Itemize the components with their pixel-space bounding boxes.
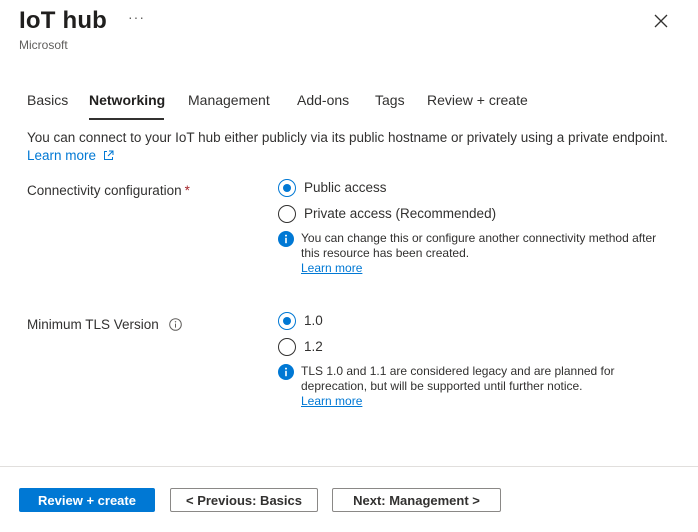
radio-button-checked[interactable] [278, 312, 296, 330]
page-subtitle: Microsoft [19, 38, 68, 52]
info-tooltip-icon[interactable] [168, 318, 182, 331]
learn-more-link[interactable]: Learn more [301, 394, 362, 408]
active-tab-indicator [89, 118, 164, 120]
page-title: IoT hub [19, 7, 108, 34]
tab-review-create[interactable]: Review + create [427, 92, 528, 108]
info-text: You can change this or configure another… [301, 231, 691, 261]
tab-management[interactable]: Management [188, 92, 270, 108]
info-text-line: deprecation, but will be supported until… [301, 379, 583, 393]
tls-label-text: Minimum TLS Version [27, 317, 159, 332]
previous-button[interactable]: < Previous: Basics [170, 488, 318, 512]
info-text-line: this resource has been created. [301, 246, 470, 260]
learn-more-link[interactable]: Learn more [27, 148, 114, 163]
connectivity-label-text: Connectivity configuration [27, 183, 182, 198]
tab-tags[interactable]: Tags [375, 92, 405, 108]
external-link-icon [103, 150, 114, 160]
minimum-tls-version-label: Minimum TLS Version [27, 317, 182, 332]
networking-description: You can connect to your IoT hub either p… [27, 130, 668, 145]
info-text-line: TLS 1.0 and 1.1 are considered legacy an… [301, 364, 615, 378]
radio-label: 1.0 [304, 313, 323, 328]
radio-button-checked[interactable] [278, 179, 296, 197]
radio-label: Private access (Recommended) [304, 206, 497, 221]
review-create-button[interactable]: Review + create [19, 488, 155, 512]
info-text-line: You can change this or configure another… [301, 231, 657, 245]
info-icon [278, 364, 294, 380]
tab-basics[interactable]: Basics [27, 92, 68, 108]
radio-button-unchecked[interactable] [278, 338, 296, 356]
connectivity-configuration-label: Connectivity configuration * [27, 183, 190, 198]
learn-more-link[interactable]: Learn more [301, 261, 362, 275]
radio-button-unchecked[interactable] [278, 205, 296, 223]
info-icon [278, 231, 294, 247]
radio-label: 1.2 [304, 339, 323, 354]
next-button[interactable]: Next: Management > [332, 488, 501, 512]
required-marker: * [184, 183, 190, 198]
radio-label: Public access [304, 180, 387, 195]
more-options-button[interactable]: ··· [128, 9, 145, 25]
footer-divider [0, 466, 698, 467]
tab-add-ons[interactable]: Add-ons [297, 92, 349, 108]
info-text: TLS 1.0 and 1.1 are considered legacy an… [301, 364, 691, 394]
learn-more-label: Learn more [27, 148, 97, 163]
tab-networking[interactable]: Networking [89, 92, 165, 108]
close-icon[interactable] [652, 12, 670, 30]
